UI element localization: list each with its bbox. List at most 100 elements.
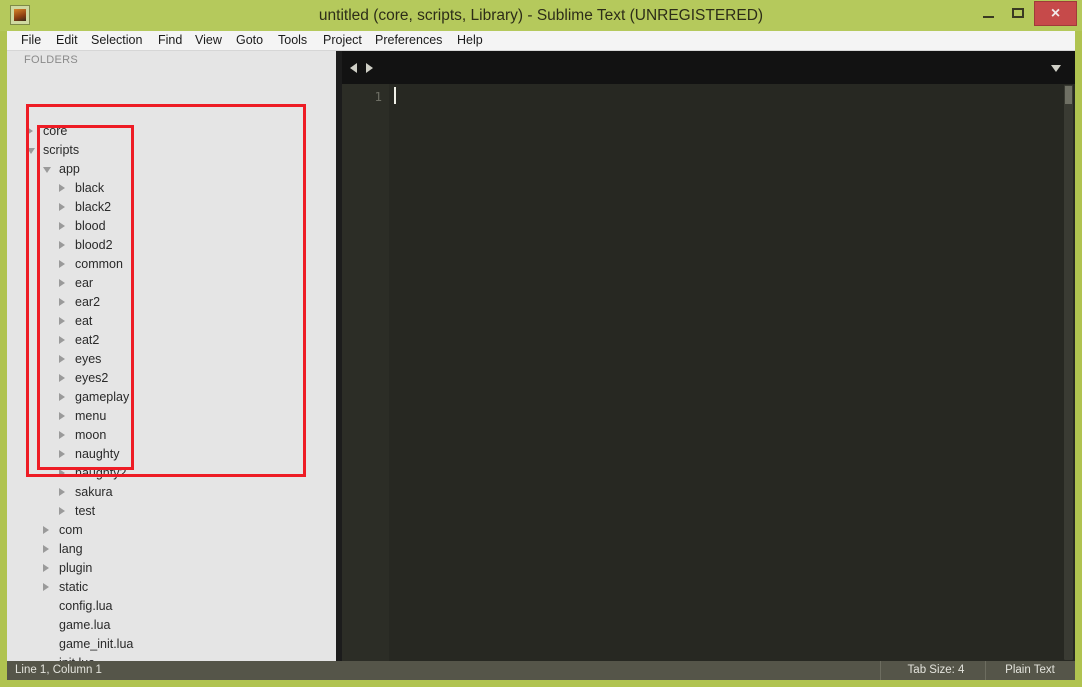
chevron-right-icon[interactable]: [59, 260, 65, 268]
chevron-right-icon[interactable]: [43, 583, 49, 591]
tree-item-black[interactable]: black: [7, 179, 336, 198]
editor-vertical-scrollbar[interactable]: [1064, 85, 1073, 660]
chevron-down-icon[interactable]: [1051, 65, 1061, 72]
tree-item-static[interactable]: static: [7, 578, 336, 597]
chevron-right-icon[interactable]: [59, 279, 65, 287]
tree-item-ear2[interactable]: ear2: [7, 293, 336, 312]
maximize-button[interactable]: [1007, 2, 1029, 24]
chevron-right-icon[interactable]: [59, 222, 65, 230]
minimize-button[interactable]: [978, 2, 1000, 24]
tree-item-eyes2[interactable]: eyes2: [7, 369, 336, 388]
tree-item-label: test: [75, 504, 96, 518]
tree-item-config-lua[interactable]: config.lua: [7, 597, 336, 616]
chevron-right-icon[interactable]: [59, 488, 65, 496]
tree-item-naughty2[interactable]: naughty2: [7, 464, 336, 483]
tree-item-label: blood2: [75, 238, 113, 252]
maximize-icon: [1012, 8, 1024, 18]
main-body: FOLDERS core scripts app black black2 blood bl…: [7, 51, 1075, 661]
chevron-right-icon[interactable]: [59, 336, 65, 344]
tree-item-plugin[interactable]: plugin: [7, 559, 336, 578]
chevron-right-icon[interactable]: [43, 545, 49, 553]
tree-item-init-lua[interactable]: init.lua: [7, 654, 336, 661]
tree-item-ear[interactable]: ear: [7, 274, 336, 293]
tree-item-core[interactable]: core: [7, 122, 336, 141]
next-tab-arrow-icon[interactable]: [366, 63, 373, 73]
chevron-right-icon[interactable]: [59, 298, 65, 306]
editor-scrollbar-thumb[interactable]: [1065, 86, 1072, 104]
chevron-right-icon[interactable]: [59, 355, 65, 363]
chevron-right-icon[interactable]: [43, 526, 49, 534]
tree-item-eat2[interactable]: eat2: [7, 331, 336, 350]
folders-header: FOLDERS: [24, 54, 79, 66]
chevron-right-icon[interactable]: [59, 184, 65, 192]
title-bar: untitled (core, scripts, Library) - Subl…: [0, 0, 1082, 31]
tree-item-test[interactable]: test: [7, 502, 336, 521]
tree-item-label: static: [59, 580, 89, 594]
menu-item-project[interactable]: Project: [317, 31, 368, 50]
tree-item-label: blood: [75, 219, 106, 233]
tree-item-label: moon: [75, 428, 107, 442]
tree-item-sakura[interactable]: sakura: [7, 483, 336, 502]
tree-item-label: gameplay: [75, 390, 130, 404]
tree-item-gameplay[interactable]: gameplay: [7, 388, 336, 407]
tree-item-moon[interactable]: moon: [7, 426, 336, 445]
chevron-right-icon[interactable]: [59, 241, 65, 249]
close-icon: ×: [1050, 5, 1061, 22]
menu-item-file[interactable]: File: [15, 31, 47, 50]
tree-item-black2[interactable]: black2: [7, 198, 336, 217]
chevron-right-icon[interactable]: [59, 431, 65, 439]
menu-item-find[interactable]: Find: [152, 31, 188, 50]
chevron-right-icon[interactable]: [59, 393, 65, 401]
tree-item-app[interactable]: app: [7, 160, 336, 179]
tree-item-blood[interactable]: blood: [7, 217, 336, 236]
tree-item-lang[interactable]: lang: [7, 540, 336, 559]
chevron-right-icon[interactable]: [59, 374, 65, 382]
tree-item-label: eat2: [75, 333, 100, 347]
tree-item-label: sakura: [75, 485, 113, 499]
chevron-right-icon[interactable]: [59, 469, 65, 477]
tree-item-common[interactable]: common: [7, 255, 336, 274]
chevron-right-icon[interactable]: [43, 564, 49, 572]
chevron-right-icon[interactable]: [59, 203, 65, 211]
close-button[interactable]: ×: [1034, 1, 1077, 26]
syntax-status[interactable]: Plain Text: [985, 664, 1075, 676]
line-number: 1: [374, 89, 382, 104]
chevron-down-icon[interactable]: [27, 148, 35, 154]
tree-item-game-lua[interactable]: game.lua: [7, 616, 336, 635]
previous-tab-arrow-icon[interactable]: [350, 63, 357, 73]
tree-item-eat[interactable]: eat: [7, 312, 336, 331]
menu-item-help[interactable]: Help: [451, 31, 489, 50]
sidebar-scrollbar-track[interactable]: [327, 51, 336, 661]
tree-item-label: naughty2: [75, 466, 127, 480]
tree-item-label: plugin: [59, 561, 93, 575]
tree-item-game_init-lua[interactable]: game_init.lua: [7, 635, 336, 654]
chevron-right-icon[interactable]: [59, 412, 65, 420]
cursor-position-status: Line 1, Column 1: [15, 664, 102, 676]
chevron-right-icon[interactable]: [59, 450, 65, 458]
tree-item-label: com: [59, 523, 83, 537]
tree-item-blood2[interactable]: blood2: [7, 236, 336, 255]
chevron-right-icon[interactable]: [59, 317, 65, 325]
tree-item-label: menu: [75, 409, 107, 423]
tab-bar: [342, 51, 1075, 84]
chevron-down-icon[interactable]: [43, 167, 51, 173]
status-bar: Line 1, Column 1 Tab Size: 4 Plain Text: [7, 661, 1075, 680]
menu-item-tools[interactable]: Tools: [272, 31, 313, 50]
menu-item-view[interactable]: View: [189, 31, 228, 50]
tree-item-label: eyes2: [75, 371, 109, 385]
menu-item-selection[interactable]: Selection: [85, 31, 148, 50]
tree-item-eyes[interactable]: eyes: [7, 350, 336, 369]
chevron-right-icon[interactable]: [27, 127, 33, 135]
tree-item-com[interactable]: com: [7, 521, 336, 540]
menu-item-edit[interactable]: Edit: [50, 31, 84, 50]
menu-item-goto[interactable]: Goto: [230, 31, 269, 50]
tree-item-menu[interactable]: menu: [7, 407, 336, 426]
tree-item-label: eat: [75, 314, 93, 328]
chevron-right-icon[interactable]: [59, 507, 65, 515]
tree-item-scripts[interactable]: scripts: [7, 141, 336, 160]
tree-item-naughty[interactable]: naughty: [7, 445, 336, 464]
tab-size-status[interactable]: Tab Size: 4: [887, 664, 985, 676]
tab-navigation[interactable]: [350, 61, 384, 75]
tree-item-label: ear: [75, 276, 94, 290]
menu-item-preferences[interactable]: Preferences: [369, 31, 448, 50]
